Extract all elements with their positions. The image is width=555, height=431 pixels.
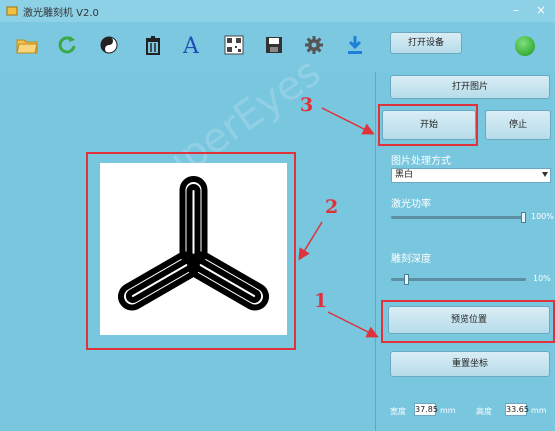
reset-coordinates-button[interactable]: 重置坐标 (390, 351, 550, 377)
annotation-marker-2: 2 (325, 196, 339, 218)
engrave-depth-value: 10% (533, 274, 551, 283)
annotation-marker-1: 1 (314, 290, 328, 312)
chevron-down-icon (542, 172, 548, 177)
stop-button[interactable]: 停止 (485, 110, 551, 140)
width-label: 宽度 (390, 407, 406, 416)
engrave-depth-slider[interactable] (391, 278, 526, 281)
height-input[interactable]: 33.65 (505, 403, 529, 416)
engrave-depth-thumb[interactable] (404, 274, 409, 285)
laser-power-slider[interactable] (391, 216, 526, 219)
processing-method-value: 黑白 (395, 170, 414, 180)
annotation-box-2 (86, 152, 296, 350)
width-input[interactable]: 37.85 (414, 403, 438, 416)
height-unit: mm (531, 406, 547, 415)
processing-method-select[interactable]: 黑白 (391, 168, 551, 183)
laser-power-value: 100% (531, 212, 554, 221)
engrave-depth-label: 雕刻深度 (391, 254, 431, 265)
annotation-box-3 (378, 104, 478, 146)
annotation-marker-3: 3 (300, 94, 314, 116)
laser-power-label: 激光功率 (391, 199, 431, 210)
open-image-button[interactable]: 打开图片 (390, 75, 550, 99)
annotation-box-1 (381, 300, 555, 343)
height-label: 高度 (476, 407, 492, 416)
processing-method-label: 图片处理方式 (391, 156, 451, 167)
laser-power-thumb[interactable] (521, 212, 526, 223)
width-unit: mm (440, 406, 456, 415)
